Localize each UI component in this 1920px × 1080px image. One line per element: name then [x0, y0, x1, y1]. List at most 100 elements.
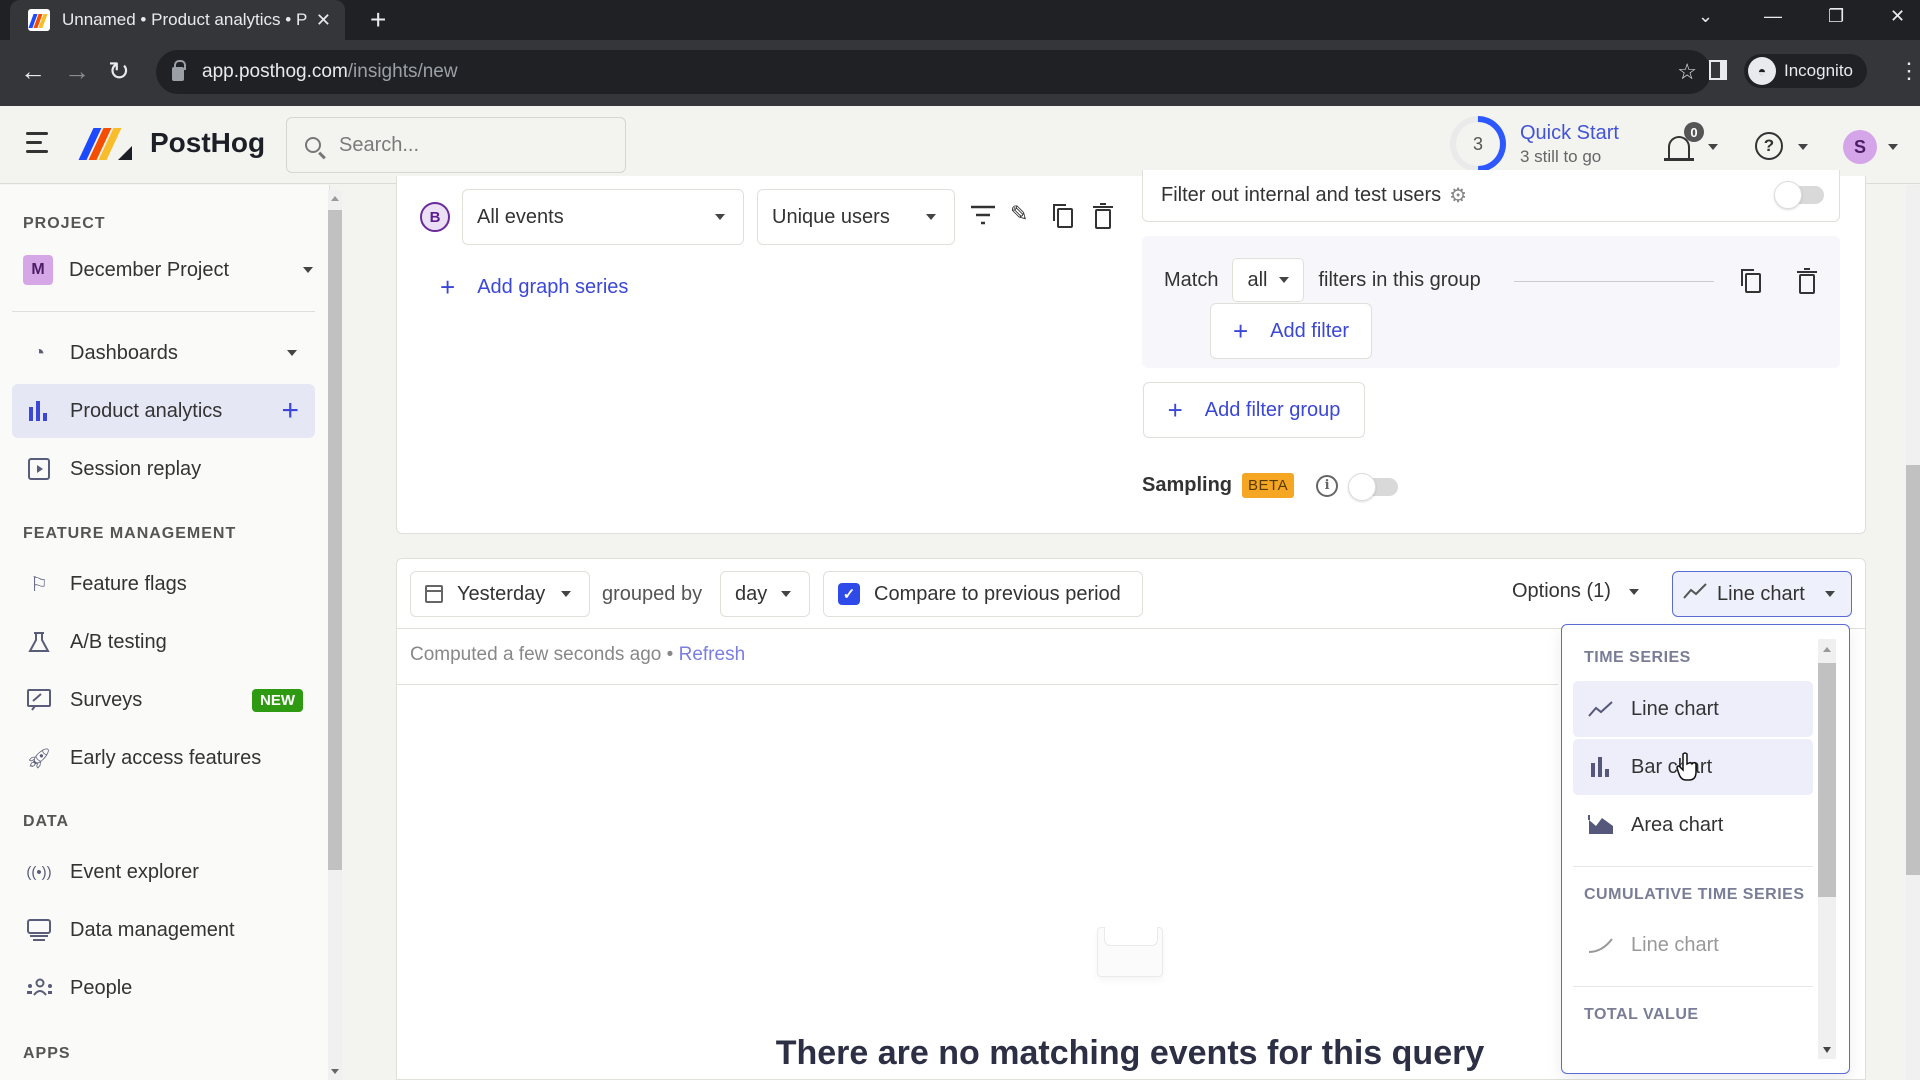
avatar[interactable]: S	[1843, 130, 1877, 164]
rocket-icon: 🚀︎	[26, 747, 52, 770]
calendar-icon	[425, 585, 443, 603]
menu-item-cumulative-line-chart[interactable]: Line chart	[1573, 917, 1813, 973]
beta-badge: BETA	[1242, 473, 1295, 498]
scroll-down-arrow-icon[interactable]	[331, 1069, 339, 1074]
notifications-button[interactable]: 0	[1664, 122, 1704, 164]
date-range-select[interactable]: Yesterday	[410, 571, 590, 617]
minimize-icon[interactable]: —	[1764, 6, 1782, 27]
sidebar-item-people[interactable]: People	[12, 961, 315, 1015]
chevron-down-icon[interactable]	[1798, 144, 1808, 150]
menu-section-time-series: TIME SERIES	[1584, 649, 1691, 666]
computed-divider	[396, 684, 1558, 685]
info-icon[interactable]: i	[1316, 474, 1339, 497]
event-select[interactable]: All events	[462, 189, 744, 245]
checkbox-checked-icon[interactable]: ✓	[838, 583, 860, 605]
add-filter-button[interactable]: + Add filter	[1210, 303, 1372, 359]
sampling-toggle[interactable]	[1348, 473, 1398, 501]
close-window-icon[interactable]: ✕	[1890, 6, 1905, 27]
browser-menu-icon[interactable]: ⋮	[1898, 58, 1920, 84]
sidebar-item-product-analytics[interactable]: Product analytics +	[12, 384, 315, 438]
group-suffix: filters in this group	[1318, 268, 1481, 291]
aggregation-select[interactable]: Unique users	[757, 189, 955, 245]
main-scrollbar[interactable]	[1906, 185, 1920, 1080]
plus-icon: +	[440, 272, 456, 302]
quick-start-subtitle: 3 still to go	[1520, 146, 1602, 166]
sampling-row: Sampling BETA i	[1142, 473, 1339, 498]
sidebar-item-feature-flags[interactable]: ⚐ Feature flags	[12, 557, 315, 611]
project-switcher[interactable]: M December Project	[23, 255, 313, 285]
sidebar-item-ab-testing[interactable]: A/B testing	[12, 615, 315, 669]
menu-item-line-chart[interactable]: Line chart	[1573, 681, 1813, 737]
restore-icon[interactable]: ❐	[1828, 6, 1844, 27]
play-square-icon	[26, 456, 52, 482]
menu-divider	[1573, 866, 1813, 867]
tab-search-icon[interactable]: ⌄	[1698, 6, 1713, 27]
sidebar-scrollbar[interactable]	[328, 190, 342, 1080]
close-tab-icon[interactable]: ✕	[316, 10, 331, 31]
add-filter-group-button[interactable]: + Add filter group	[1143, 382, 1365, 438]
line-chart-icon	[1683, 582, 1707, 606]
options-button[interactable]: Options (1)	[1512, 580, 1639, 603]
delete-group-icon[interactable]	[1796, 268, 1818, 300]
new-tab-icon[interactable]: +	[370, 4, 386, 36]
search-input[interactable]: Search...	[286, 117, 626, 173]
match-select[interactable]: all	[1232, 258, 1305, 302]
scroll-down-arrow-icon[interactable]	[1823, 1047, 1831, 1053]
duplicate-icon[interactable]	[1052, 203, 1074, 235]
main-scrollbar-thumb[interactable]	[1906, 465, 1920, 875]
url-domain: app.posthog.com	[202, 61, 348, 82]
side-panel-icon[interactable]	[1709, 60, 1727, 80]
browser-tab[interactable]: Unnamed • Product analytics • PostHog ✕	[10, 0, 345, 40]
scroll-up-arrow-icon[interactable]	[1823, 647, 1831, 652]
empty-state-title: There are no matching events for this qu…	[775, 1034, 1485, 1072]
filter-icon[interactable]	[970, 203, 996, 233]
sidebar-item-early-access[interactable]: 🚀︎ Early access features	[12, 731, 315, 785]
posthog-logo[interactable]: PostHog	[78, 126, 265, 160]
duplicate-group-icon[interactable]	[1740, 268, 1762, 300]
url-path: /insights/new	[347, 61, 458, 82]
delete-trash-icon[interactable]	[1092, 203, 1114, 235]
gear-icon[interactable]: ⚙	[1449, 183, 1467, 208]
bookmark-star-icon[interactable]: ☆	[1677, 59, 1697, 85]
menu-scrollbar[interactable]	[1818, 639, 1836, 1059]
survey-icon	[26, 687, 52, 713]
url-input[interactable]: app.posthog.com/insights/new ☆	[156, 50, 1711, 94]
new-insight-plus-icon[interactable]: +	[281, 394, 299, 428]
sidebar-item-dashboards[interactable]: ◔ Dashboards	[12, 326, 315, 380]
line-chart-icon	[1587, 700, 1615, 718]
sidebar-item-event-explorer[interactable]: ((•)) Event explorer	[12, 845, 315, 899]
add-graph-series-button[interactable]: + Add graph series	[440, 272, 628, 303]
chevron-down-icon[interactable]	[287, 350, 297, 356]
rename-pencil-icon[interactable]: ✎	[1010, 201, 1028, 227]
sidebar-item-data-management[interactable]: Data management	[12, 903, 315, 957]
chart-type-select[interactable]: Line chart	[1672, 571, 1852, 617]
menu-toggle-icon[interactable]	[26, 132, 54, 154]
sidebar-item-surveys[interactable]: Surveys NEW	[12, 673, 315, 727]
sidebar-scrollbar-thumb[interactable]	[328, 210, 342, 870]
incognito-indicator[interactable]: ◓ Incognito	[1744, 54, 1867, 88]
hand-cursor-icon	[1676, 752, 1697, 781]
chevron-down-icon[interactable]	[1888, 144, 1898, 150]
grouped-by-label: grouped by	[602, 583, 703, 605]
menu-scrollbar-thumb[interactable]	[1818, 663, 1836, 897]
quick-start-button[interactable]: 3 Quick Start 3 still to go	[1438, 104, 1619, 184]
menu-item-area-chart[interactable]: Area chart	[1573, 797, 1813, 853]
forward-icon[interactable]: →	[64, 56, 90, 87]
help-icon[interactable]: ?	[1755, 132, 1783, 160]
reload-icon[interactable]: ↻	[108, 56, 130, 87]
broadcast-icon: ((•))	[26, 863, 52, 881]
compare-checkbox[interactable]: ✓ Compare to previous period	[823, 571, 1143, 617]
interval-select[interactable]: day	[720, 571, 810, 617]
refresh-link[interactable]: Refresh	[679, 644, 746, 665]
gauge-icon: ◔	[32, 341, 46, 364]
chart-type-menu: TIME SERIES Line chart Bar chart Area ch…	[1561, 624, 1850, 1074]
back-icon[interactable]: ←	[20, 56, 46, 87]
scroll-up-arrow-icon[interactable]	[331, 196, 339, 201]
project-avatar: M	[23, 255, 53, 285]
chevron-down-icon	[1825, 591, 1835, 597]
internal-users-toggle[interactable]	[1774, 181, 1824, 209]
plus-icon: +	[1232, 315, 1249, 346]
series-letter-badge: B	[420, 202, 450, 232]
sidebar-item-session-replay[interactable]: Session replay	[12, 442, 315, 496]
chevron-down-icon[interactable]	[1708, 144, 1718, 150]
